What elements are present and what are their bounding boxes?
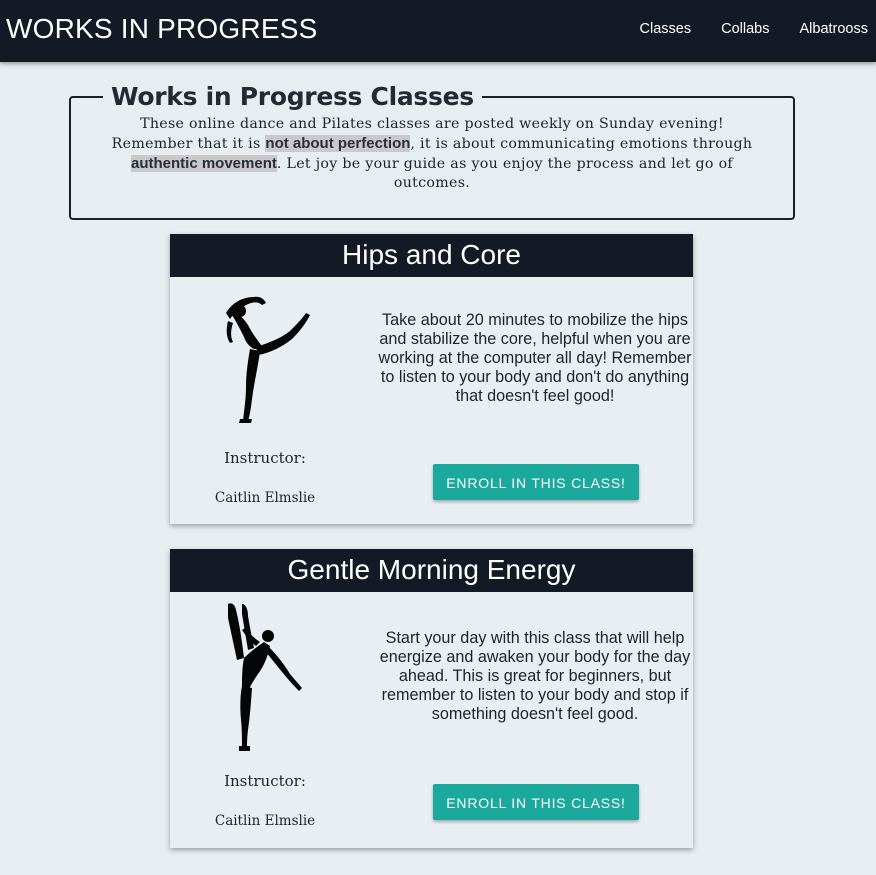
instructor-name: Caitlin Elmslie — [214, 813, 316, 829]
intro-box: Works in Progress Classes These online d… — [69, 82, 795, 220]
dancer-arabesque-silhouette-icon — [226, 296, 310, 423]
class-card-body: Instructor: Caitlin Elmslie Take about 2… — [170, 277, 693, 524]
class-description: Take about 20 minutes to mobilize the hi… — [378, 311, 692, 405]
intro-paragraph: These online dance and Pilates classes a… — [101, 115, 763, 193]
page-title: Works in Progress Classes — [111, 82, 474, 111]
instructor-label: Instructor: — [224, 449, 306, 467]
highlight-authentic-movement: authentic movement — [131, 155, 277, 172]
intro-text-2: , it is about communicating emotions thr… — [410, 136, 753, 152]
class-card-hips-and-core: Hips and Core Instructor: Caitlin Elmsli… — [170, 234, 693, 524]
intro-text-3: . Let joy be your guide as you enjoy the… — [276, 156, 733, 191]
dancer-leg-extension-silhouette-icon — [228, 603, 302, 751]
instructor-label: Instructor: — [224, 772, 306, 790]
nav-link-albatrooss[interactable]: Albatrooss — [799, 19, 868, 39]
class-description: Start your day with this class that will… — [379, 629, 691, 723]
enroll-button-gentle-morning-energy[interactable]: ENROLL IN THIS CLASS! — [433, 784, 639, 820]
nav-link-classes[interactable]: Classes — [640, 19, 692, 39]
enroll-button-hips-and-core[interactable]: ENROLL IN THIS CLASS! — [433, 464, 639, 500]
highlight-not-about-perfection: not about perfection — [265, 135, 411, 152]
class-card-body: Instructor: Caitlin Elmslie Start your d… — [170, 592, 693, 848]
nav-link-collabs[interactable]: Collabs — [721, 19, 769, 39]
class-card-title: Gentle Morning Energy — [170, 549, 693, 592]
class-card-gentle-morning-energy: Gentle Morning Energy Instructor: Caitli… — [170, 549, 693, 848]
top-navbar: WORKS IN PROGRESS Classes Collabs Albatr… — [0, 0, 876, 62]
class-card-title: Hips and Core — [170, 234, 693, 277]
instructor-name: Caitlin Elmslie — [214, 490, 316, 506]
site-brand[interactable]: WORKS IN PROGRESS — [6, 12, 317, 46]
nav-links: Classes Collabs Albatrooss — [640, 19, 868, 39]
